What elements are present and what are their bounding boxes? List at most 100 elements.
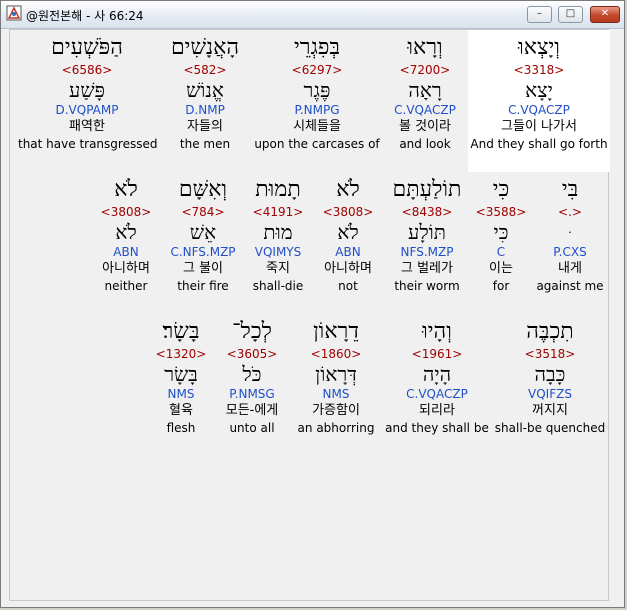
strong-number[interactable]: <4191> [244,204,312,220]
strong-number[interactable]: <3808> [90,204,162,220]
korean-gloss: 그 벌레가 [401,261,453,276]
strong-number[interactable]: <8438> [384,204,470,220]
word-cell[interactable]: דֵרָאוֹן <1860> דְּרָאוֹן NMS 가증함이 an ab… [292,318,380,436]
morph-code: P.NMSG [229,387,275,401]
lemma-word: פָּשַׁע [69,78,105,102]
lemma-word: יָצָא [525,78,553,102]
lemma-word: כֹּל [242,362,262,386]
word-cell[interactable]: בְּפִגְרֵי <6297> פֶּגֶר P.NMPG 시체들을 upo… [254,34,380,152]
word-cell[interactable]: בִּי <.> ּ P.CXS 내게 against me [532,176,608,294]
interlinear-panel: וְיָצְאוּ <3318> יָצָא C.VQACZP 그들이 나가서 … [9,29,610,601]
strong-number[interactable]: <3588> [472,204,530,220]
lemma-word: כָּבָה [534,362,566,386]
word-cell[interactable]: תוֹלַעְתָּם <8438> תּוֹלָע NFS.MZP 그 벌레가… [384,176,470,294]
maximize-button[interactable]: □ [558,6,583,23]
word-cell[interactable]: הַפֹּשְׁעִים <6586> פָּשַׁע D.VQPAMP 패역한… [18,34,158,152]
korean-gloss: 이는 [489,261,513,276]
title-bar[interactable]: @원전본해 - 사 66:24 – □ ✕ [1,1,624,29]
morph-code: C [496,245,506,259]
hebrew-word: וְהָיוּ [422,319,452,344]
korean-gloss: 아니하며 [102,261,150,276]
korean-gloss: 시체들을 [293,119,341,134]
korean-gloss: 아니하며 [324,261,372,276]
hebrew-word: בְּפִגְרֵי [294,35,340,60]
word-cell[interactable]: בָּשָׂר׃ <1320> בָּשָׂר NMS 혈육 flesh [150,318,212,436]
strong-number[interactable]: <784> [164,204,242,220]
strong-number[interactable]: <1860> [292,346,380,362]
lemma-word: הָיָה [422,362,452,386]
english-gloss: the men [179,137,231,151]
english-gloss: their fire [177,279,229,293]
morph-code: NMS [322,387,350,401]
morph-code: C.NFS.MZP [170,245,236,259]
hebrew-word: לְכָל־ [232,319,272,344]
word-cell[interactable]: כִּי <3588> כִּי C 이는 for [472,176,530,294]
korean-gloss: 그 불이 [182,261,223,276]
app-window: @원전본해 - 사 66:24 – □ ✕ וְיָצְאוּ <3318> י… [0,0,625,608]
word-cell[interactable]: לֹא <3808> לֹא ABN 아니하며 not [314,176,382,294]
strong-number[interactable]: <7200> [382,62,468,78]
lemma-word: ּ [532,220,608,244]
english-gloss: unto all [229,421,275,435]
english-gloss: and look [399,137,451,151]
hebrew-word: לֹא [336,177,360,202]
strong-number[interactable]: <3605> [214,346,290,362]
word-cell[interactable]: וְהָיוּ <1961> הָיָה C.VQACZP 되리라 and th… [382,318,492,436]
minimize-button[interactable]: – [527,6,552,23]
word-cell[interactable]: לְכָל־ <3605> כֹּל P.NMSG 모든-에게 unto all [214,318,290,436]
app-icon [6,5,22,21]
lemma-word: כִּי [493,220,509,244]
morph-code: C.VQACZP [406,387,468,401]
strong-number[interactable]: <3808> [314,204,382,220]
english-gloss: shall-be quenched [494,421,606,435]
korean-gloss: 혈육 [169,403,193,418]
hebrew-word: וְיָצְאוּ [518,35,560,60]
english-gloss: shall-die [252,279,304,293]
morph-code: D.NMP [185,103,225,117]
strong-number[interactable]: <1320> [150,346,212,362]
strong-number[interactable]: <6586> [18,62,156,78]
hebrew-word: לֹא [114,177,138,202]
lemma-word: אֱנוֹשׁ [186,78,224,102]
strong-number[interactable]: <3318> [470,62,608,78]
hebrew-word: בִּי [561,177,579,202]
lemma-word: לֹא [337,220,359,244]
word-cell[interactable]: תִכְבֶּה <3518> כָּבָה VQIFZS 꺼지지 shall-… [494,318,606,436]
strong-number[interactable]: <.> [532,204,608,220]
hebrew-word: וְאִשָּׁם [178,177,228,202]
english-gloss: their worm [394,279,460,293]
word-cell[interactable]: תָמוּת <4191> מוּת VQIMYS 죽지 shall-die [244,176,312,294]
korean-gloss: 자들의 [187,119,223,134]
word-cell[interactable]: וְיָצְאוּ <3318> יָצָא C.VQACZP 그들이 나가서 … [470,34,608,152]
word-cell[interactable]: לֹא <3808> לֹא ABN 아니하며 neither [90,176,162,294]
lemma-word: תּוֹלָע [408,220,446,244]
morph-code: NMS [167,387,195,401]
hebrew-word: הַפֹּשְׁעִים [51,35,123,60]
korean-gloss: 그들이 나가서 [501,119,577,134]
morph-code: ABN [335,245,361,259]
korean-gloss: 가증함이 [312,403,360,418]
hebrew-word: דֵרָאוֹן [313,319,359,344]
hebrew-word: כִּי [492,177,510,202]
korean-gloss: 내게 [558,261,582,276]
lemma-word: בָּשָׂר [164,362,198,386]
morph-code: C.VQACZP [508,103,570,117]
hebrew-word: תוֹלַעְתָּם [392,177,462,202]
strong-number[interactable]: <3518> [494,346,606,362]
word-cell[interactable]: וְרָאוּ <7200> רָאָה C.VQACZP 볼 것이라 and … [382,34,468,152]
hebrew-word: הָאֲנָשִׁים [170,35,240,60]
morph-code: VQIFZS [528,387,572,401]
word-cell[interactable]: הָאֲנָשִׁים <582> אֱנוֹשׁ D.NMP 자들의 the … [158,34,252,152]
word-cell[interactable]: וְאִשָּׁם <784> אֵשׁ C.NFS.MZP 그 불이 thei… [164,176,242,294]
close-button[interactable]: ✕ [590,6,620,23]
strong-number[interactable]: <582> [158,62,252,78]
english-gloss: that have transgressed [18,137,158,151]
lemma-word: דְּרָאוֹן [315,362,357,386]
hebrew-word: וְרָאוּ [407,35,443,60]
lemma-word: רָאָה [408,78,442,102]
english-gloss: for [492,279,510,293]
english-gloss: upon the carcases of [254,137,380,151]
strong-number[interactable]: <1961> [382,346,492,362]
strong-number[interactable]: <6297> [254,62,380,78]
korean-gloss: 모든-에게 [225,403,279,418]
